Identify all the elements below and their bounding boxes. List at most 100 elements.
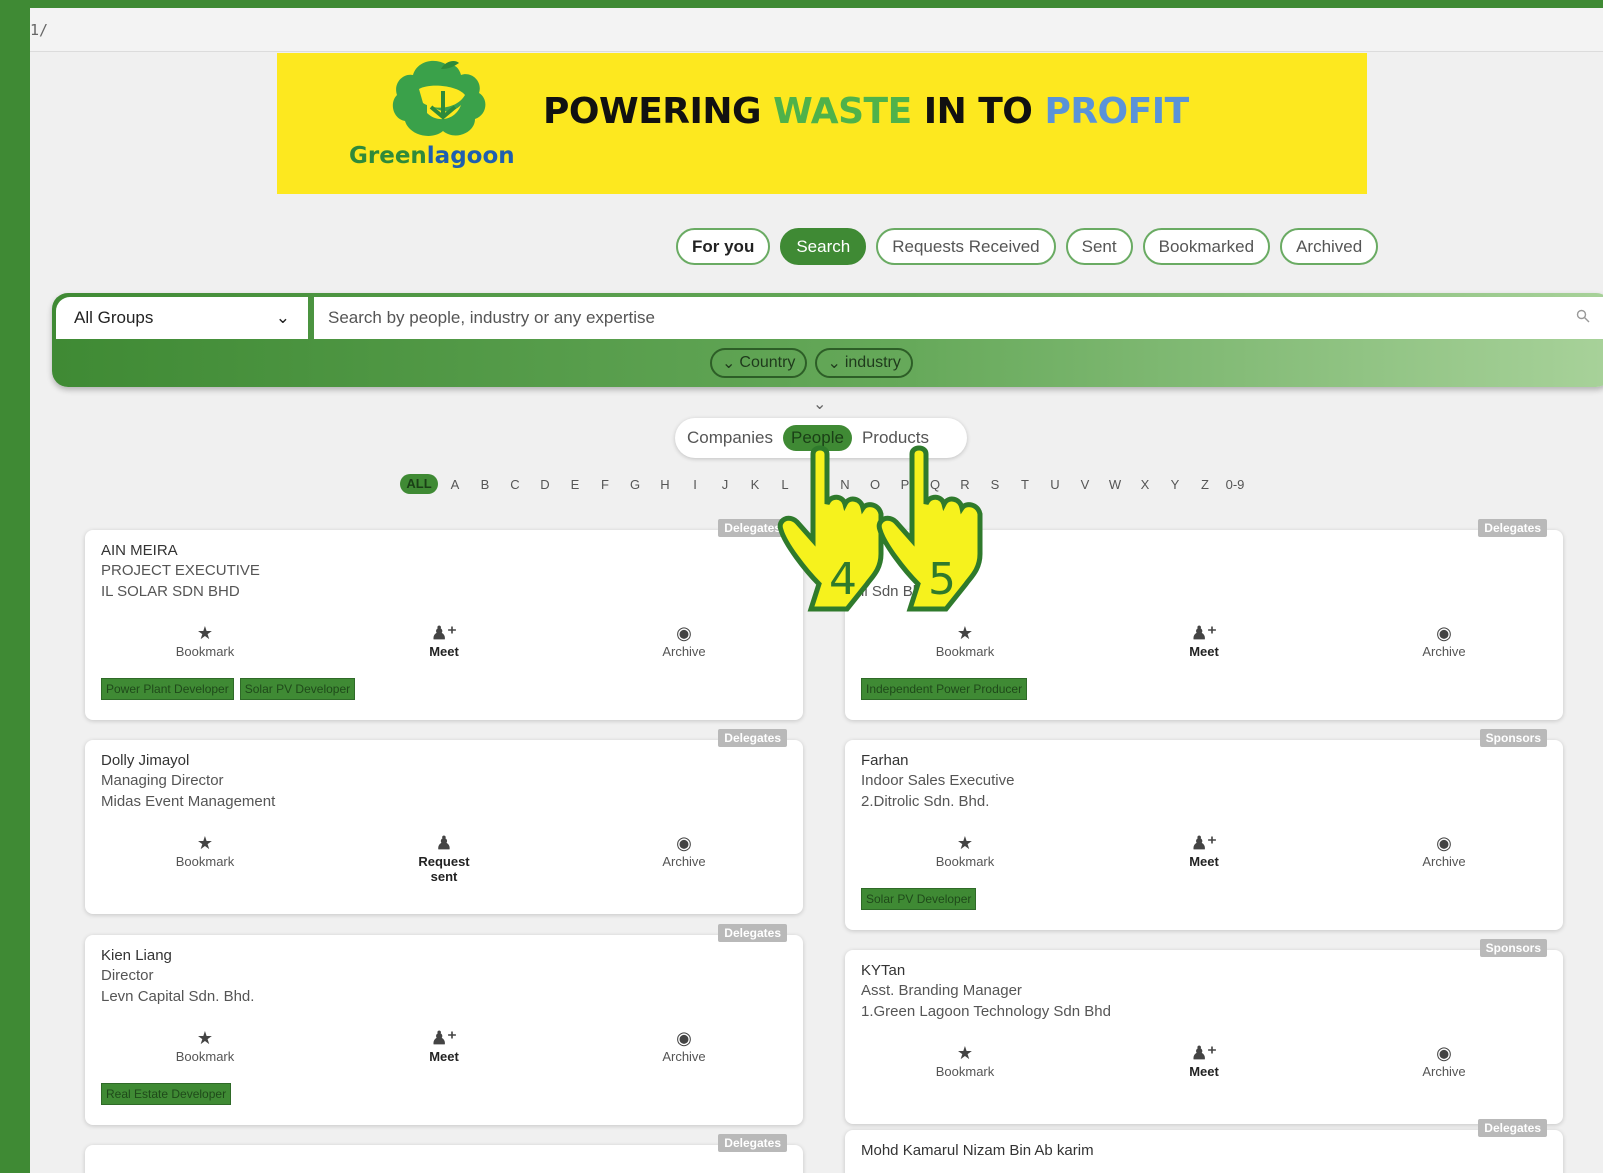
role-badge: Delegates [1478,519,1547,537]
eye-slash-icon: ◉ [1436,623,1452,643]
alpha-letter[interactable]: T [1010,477,1040,492]
industry-tags: Real Estate Developer [101,1083,232,1105]
tab-bookmarked[interactable]: Bookmarked [1142,228,1271,265]
user-icon: ♟ [435,833,453,853]
eye-slash-icon: ◉ [1436,833,1452,853]
person-name[interactable]: Mohd Kamarul Nizam Bin Ab karim [861,1142,1094,1159]
meet-label: Meet [1189,854,1219,869]
search-placeholder: Search by people, industry or any expert… [328,308,655,327]
collapse-chevron-icon[interactable]: ⌄ [813,394,826,414]
person-title: Director [101,967,154,984]
person-name[interactable]: Kien Liang [101,947,172,964]
industry-tag[interactable]: Real Estate Developer [101,1083,232,1105]
alpha-letter[interactable]: W [1100,477,1130,492]
chevron-down-icon: ⌄ [827,355,841,372]
person-card[interactable]: Sponsors KYTan Asst. Branding Manager 1.… [845,939,1563,1124]
alpha-letter[interactable]: A [440,477,470,492]
star-icon: ★ [956,833,974,853]
tab-archived[interactable]: Archived [1280,228,1379,265]
filter-row: ⌄ Country ⌄ industry [710,348,913,378]
meet-button[interactable]: ♟⁺ Meet [384,622,504,659]
card-actions: ★ Bookmark ♟⁺ Meet ◉ Archive [845,1042,1563,1088]
role-badge: Delegates [718,729,787,747]
alpha-letter[interactable]: E [560,477,590,492]
bookmark-button[interactable]: ★ Bookmark [145,832,265,869]
alpha-letter[interactable]: H [650,477,680,492]
archive-label: Archive [662,1049,706,1064]
person-name[interactable]: Farhan [861,752,909,769]
eye-slash-icon: ◉ [676,623,692,643]
meet-button[interactable]: ♟⁺ Meet [1144,1042,1264,1079]
alpha-letter[interactable]: V [1070,477,1100,492]
bookmark-label: Bookmark [175,854,235,869]
person-company: Midas Event Management [101,793,276,810]
archive-button[interactable]: ◉ Archive [1384,622,1504,659]
segment-companies[interactable]: Companies [687,428,773,448]
person-name[interactable]: Dolly Jimayol [101,752,189,769]
archive-button[interactable]: ◉ Archive [1384,1042,1504,1079]
person-card[interactable]: Delegates Kien Liang Director Levn Capit… [85,924,803,1125]
card-actions: ★ Bookmark ♟⁺ Meet ◉ Archive [845,622,1563,668]
archive-button[interactable]: ◉ Archive [624,832,744,869]
search-input[interactable]: Search by people, industry or any expert… [314,297,1603,339]
industry-filter[interactable]: ⌄ industry [815,348,913,378]
tab-search[interactable]: Search [780,228,867,265]
alpha-letter[interactable]: J [710,477,740,492]
star-icon: ★ [956,623,974,643]
meet-button[interactable]: ♟⁺ Meet [1144,622,1264,659]
person-card[interactable]: Delegates Dolly Jimayol Managing Directo… [85,729,803,914]
bookmark-button[interactable]: ★ Bookmark [905,622,1025,659]
alpha-letter[interactable]: I [680,477,710,492]
archive-button[interactable]: ◉ Archive [624,1027,744,1064]
industry-tag[interactable]: Solar PV Developer [861,888,977,910]
bookmark-button[interactable]: ★ Bookmark [905,1042,1025,1079]
search-icon[interactable] [1576,309,1590,323]
alpha-letter[interactable]: 0-9 [1220,477,1250,492]
meet-button[interactable]: ♟⁺ Meet [384,1027,504,1064]
bookmark-button[interactable]: ★ Bookmark [905,832,1025,869]
alpha-all[interactable]: ALL [400,474,438,494]
alpha-letter[interactable]: Y [1160,477,1190,492]
star-icon: ★ [196,623,214,643]
bookmark-label: Bookmark [935,644,995,659]
industry-filter-label: industry [844,354,901,371]
role-badge: Delegates [718,924,787,942]
industry-tag[interactable]: Power Plant Developer [101,678,234,700]
alpha-letter[interactable]: F [590,477,620,492]
country-filter[interactable]: ⌄ Country [710,348,808,378]
alpha-letter[interactable]: Z [1190,477,1220,492]
meet-label: Meet [1189,644,1219,659]
alpha-letter[interactable]: K [740,477,770,492]
person-title: Asst. Branding Manager [861,982,1022,999]
alpha-letter[interactable]: C [500,477,530,492]
person-card[interactable]: Delegates [85,1134,803,1173]
person-card[interactable]: Delegates AIN MEIRA PROJECT EXECUTIVE IL… [85,519,803,720]
archive-button[interactable]: ◉ Archive [1384,832,1504,869]
meet-button[interactable]: ♟⁺ Meet [1144,832,1264,869]
person-name[interactable]: KYTan [861,962,905,979]
archive-label: Archive [1422,1064,1466,1079]
archive-button[interactable]: ◉ Archive [624,622,744,659]
person-company: IL SOLAR SDN BHD [101,583,240,600]
bookmark-button[interactable]: ★ Bookmark [145,622,265,659]
tab-requests-received[interactable]: Requests Received [876,228,1056,265]
role-badge: Delegates [718,1134,787,1152]
alpha-letter[interactable]: B [470,477,500,492]
industry-tag[interactable]: Independent Power Producer [861,678,1028,700]
card-actions: ★ Bookmark ♟⁺ Meet ◉ Archive [845,832,1563,878]
person-card[interactable]: Sponsors Farhan Indoor Sales Executive 2… [845,729,1563,930]
person-card[interactable]: Delegates Mohd Kamarul Nizam Bin Ab kari… [845,1119,1563,1173]
tab-for-you[interactable]: For you [676,228,771,265]
group-select[interactable]: All Groups ⌄ [56,297,308,339]
alpha-letter[interactable]: G [620,477,650,492]
alpha-letter[interactable]: U [1040,477,1070,492]
bookmark-button[interactable]: ★ Bookmark [145,1027,265,1064]
group-select-value: All Groups [74,308,154,327]
industry-tags: Independent Power Producer [861,678,1028,700]
industry-tag[interactable]: Solar PV Developer [239,678,356,700]
alpha-letter[interactable]: D [530,477,560,492]
address-bar[interactable]: 1/ [30,8,1603,52]
person-name[interactable]: AIN MEIRA [101,542,178,559]
alpha-letter[interactable]: X [1130,477,1160,492]
tab-sent[interactable]: Sent [1065,228,1133,265]
